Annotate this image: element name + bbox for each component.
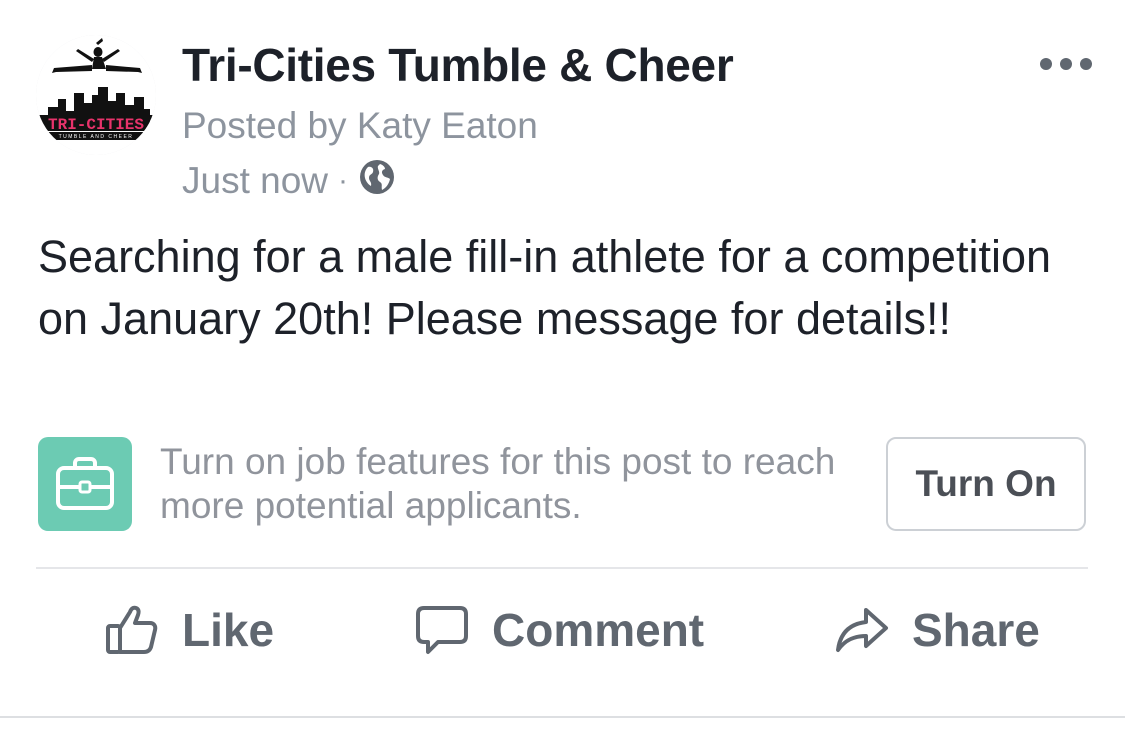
posted-by-label: Posted by Katy Eaton (182, 105, 538, 146)
like-button[interactable]: Like (104, 592, 274, 668)
logo-subtext: TUMBLE AND CHEER (59, 134, 134, 140)
turn-on-button[interactable]: Turn On (886, 437, 1086, 531)
page-avatar[interactable]: TRI-CITIES TUMBLE AND CHEER (36, 35, 156, 155)
meta-separator: · (338, 164, 349, 197)
comment-label: Comment (492, 604, 705, 656)
divider (36, 567, 1088, 569)
globe-icon[interactable] (358, 158, 396, 205)
briefcase-icon (38, 437, 132, 531)
logo-text: TRI-CITIES (48, 116, 144, 134)
comment-button[interactable]: Comment (414, 592, 704, 668)
timestamp[interactable]: Just now (182, 160, 328, 202)
speech-bubble-icon (416, 606, 468, 654)
page-name[interactable]: Tri-Cities Tumble & Cheer (182, 38, 734, 92)
feed-post: TRI-CITIES TUMBLE AND CHEER Tri-Cities T… (0, 0, 1125, 730)
more-options-icon[interactable] (1038, 52, 1094, 76)
share-label: Share (912, 604, 1040, 656)
bottom-divider (0, 716, 1125, 718)
thumbs-up-icon (106, 605, 158, 654)
post-meta: Just now · (182, 158, 396, 204)
post-body: Searching for a male fill-in athlete for… (38, 231, 1052, 344)
share-button[interactable]: Share (834, 592, 1040, 668)
job-features-text: Turn on job features for this post to re… (160, 441, 836, 526)
like-label: Like (182, 604, 275, 656)
cheer-logo-icon: TRI-CITIES TUMBLE AND CHEER (36, 35, 156, 155)
share-arrow-icon (836, 608, 888, 652)
